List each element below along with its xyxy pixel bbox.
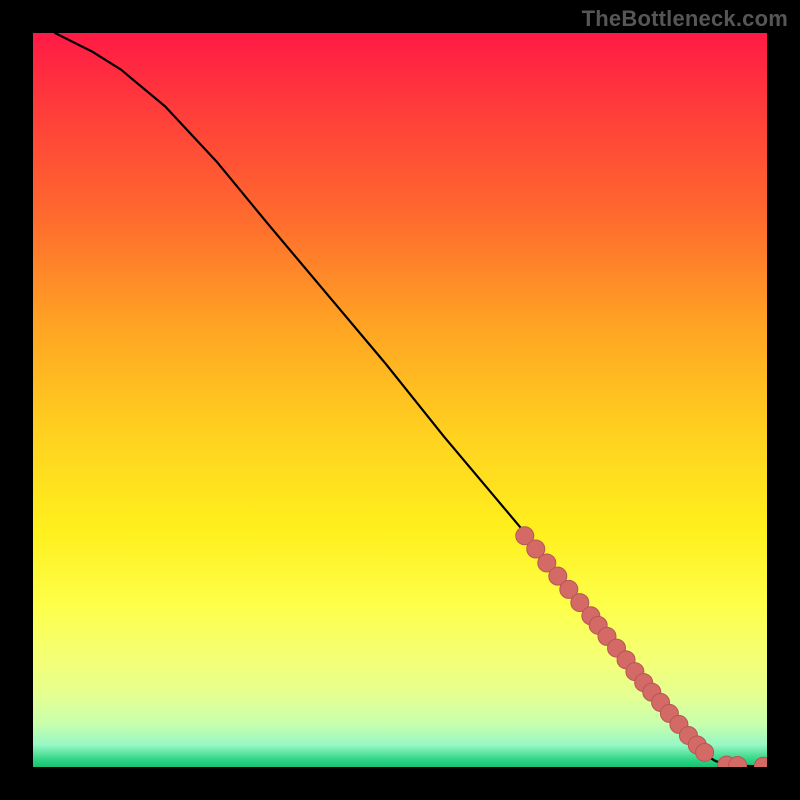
chart-curve [55, 33, 767, 767]
chart-stage: TheBottleneck.com [0, 0, 800, 800]
watermark-text: TheBottleneck.com [582, 6, 788, 32]
data-point [754, 757, 767, 767]
chart-plot-area [33, 33, 767, 767]
chart-svg [33, 33, 767, 767]
chart-points [516, 527, 767, 767]
data-point [696, 743, 714, 761]
